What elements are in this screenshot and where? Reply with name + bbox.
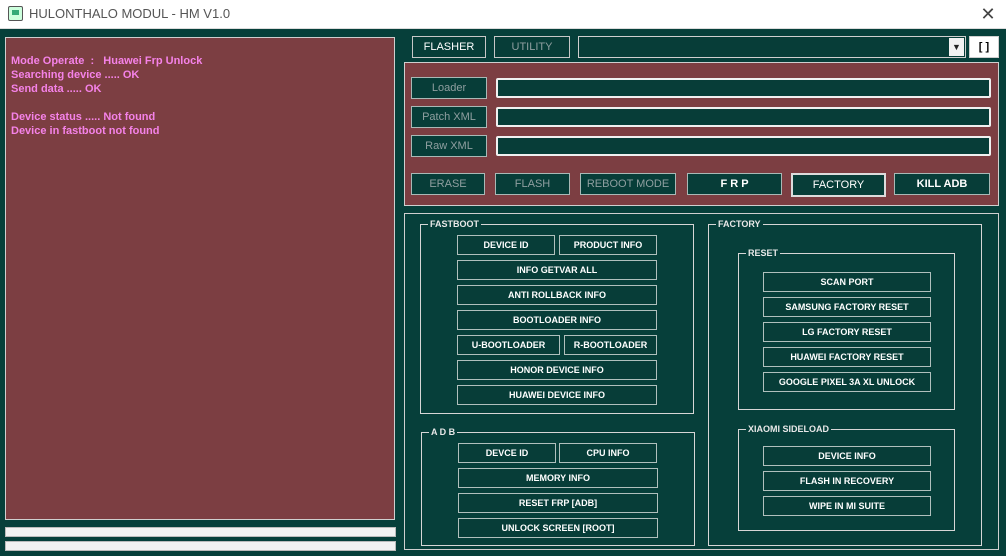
samsung-factory-reset-button[interactable]: SAMSUNG FACTORY RESET [763, 297, 931, 317]
memory-info-button[interactable]: MEMORY INFO [458, 468, 658, 488]
log-line: Searching device ..... OK [11, 69, 140, 81]
log-line: Mode Operate : Huawei Frp Unlock [11, 55, 203, 67]
fastboot-group-label: FASTBOOT [428, 218, 481, 230]
frp-button[interactable]: F R P [687, 173, 782, 195]
loader-field[interactable] [496, 78, 991, 98]
adb-group-label: A D B [429, 426, 458, 438]
flash-button[interactable]: FLASH [495, 173, 570, 195]
xiaomi-device-info-button[interactable]: DEVICE INFO [763, 446, 931, 466]
raw-xml-field[interactable] [496, 136, 991, 156]
patch-xml-button[interactable]: Patch XML [411, 106, 487, 128]
reboot-mode-button[interactable]: REBOOT MODE [580, 173, 676, 195]
progress-bar-2 [5, 541, 396, 551]
log-line: Device in fastboot not found [11, 125, 160, 137]
xiaomi-sideload-group-label: XIAOMI SIDELOAD [746, 423, 832, 435]
cpu-info-button[interactable]: CPU INFO [559, 443, 657, 463]
scan-port-button[interactable]: SCAN PORT [763, 272, 931, 292]
anti-rollback-info-button[interactable]: ANTI ROLLBACK INFO [457, 285, 657, 305]
unlock-screen-root-button[interactable]: UNLOCK SCREEN [ROOT] [458, 518, 658, 538]
factory-group-label: FACTORY [716, 218, 763, 230]
kill-adb-button[interactable]: KILL ADB [894, 173, 990, 195]
u-bootloader-button[interactable]: U-BOOTLOADER [457, 335, 560, 355]
bracket-button[interactable]: [ ] [969, 36, 999, 58]
title-bar: HULONTHALO MODUL - HM V1.0 ✕ [0, 0, 1006, 29]
wipe-in-mi-suite-button[interactable]: WIPE IN MI SUITE [763, 496, 931, 516]
patch-xml-field[interactable] [496, 107, 991, 127]
factory-button[interactable]: FACTORY [791, 173, 886, 197]
product-info-button[interactable]: PRODUCT INFO [559, 235, 657, 255]
google-pixel-unlock-button[interactable]: GOOGLE PIXEL 3A XL UNLOCK [763, 372, 931, 392]
honor-device-info-button[interactable]: HONOR DEVICE INFO [457, 360, 657, 380]
tab-flasher[interactable]: FLASHER [412, 36, 486, 58]
window-title: HULONTHALO MODUL - HM V1.0 [29, 6, 231, 21]
tab-utility[interactable]: UTILITY [494, 36, 570, 58]
erase-button[interactable]: ERASE [411, 173, 485, 195]
log-line: Device status ..... Not found [11, 111, 156, 123]
device-id-button[interactable]: DEVICE ID [457, 235, 555, 255]
device-select[interactable]: ▼ [578, 36, 966, 58]
bootloader-info-button[interactable]: BOOTLOADER INFO [457, 310, 657, 330]
chevron-down-icon[interactable]: ▼ [949, 38, 964, 56]
close-icon[interactable]: ✕ [970, 0, 1006, 28]
flash-in-recovery-button[interactable]: FLASH IN RECOVERY [763, 471, 931, 491]
app-icon [8, 6, 23, 21]
log-panel: Mode Operate : Huawei Frp Unlock Searchi… [5, 37, 395, 520]
r-bootloader-button[interactable]: R-BOOTLOADER [564, 335, 657, 355]
huawei-factory-reset-button[interactable]: HUAWEI FACTORY RESET [763, 347, 931, 367]
progress-bar-1 [5, 527, 396, 537]
huawei-device-info-button[interactable]: HUAWEI DEVICE INFO [457, 385, 657, 405]
reset-group-label: RESET [746, 247, 781, 259]
loader-button[interactable]: Loader [411, 77, 487, 99]
info-getvar-all-button[interactable]: INFO GETVAR ALL [457, 260, 657, 280]
lg-factory-reset-button[interactable]: LG FACTORY RESET [763, 322, 931, 342]
raw-xml-button[interactable]: Raw XML [411, 135, 487, 157]
log-line: Send data ..... OK [11, 83, 102, 95]
reset-frp-adb-button[interactable]: RESET FRP [ADB] [458, 493, 658, 513]
devce-id-button[interactable]: DEVCE ID [458, 443, 556, 463]
